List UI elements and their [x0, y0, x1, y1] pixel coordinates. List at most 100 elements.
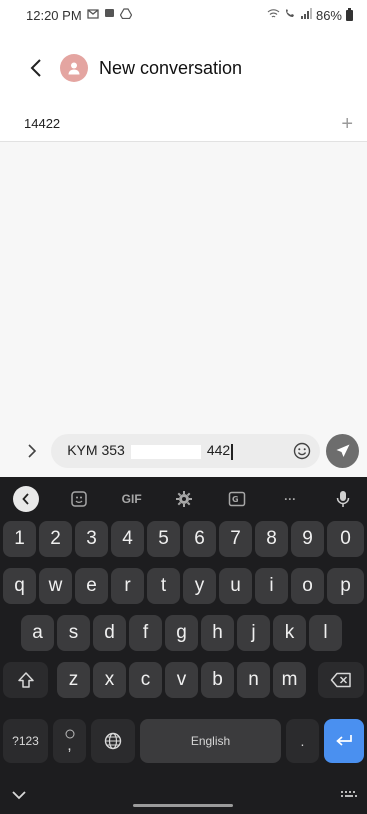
status-bar: 12:20 PM 86%: [0, 0, 367, 30]
key-7[interactable]: 7: [219, 521, 252, 557]
gmail-icon: [87, 8, 99, 22]
settings-button[interactable]: [166, 485, 202, 513]
key-m[interactable]: m: [273, 662, 306, 698]
keyboard-row-1: q w e r t y u i o p: [0, 568, 367, 604]
key-a[interactable]: a: [21, 615, 54, 651]
key-j[interactable]: j: [237, 615, 270, 651]
keyboard-row-numbers: 1 2 3 4 5 6 7 8 9 0: [0, 521, 367, 557]
send-button[interactable]: [326, 434, 359, 468]
chevron-down-icon: [12, 790, 26, 799]
key-r[interactable]: r: [111, 568, 144, 604]
gif-button[interactable]: GIF: [114, 485, 150, 513]
keyboard-switch-button[interactable]: [339, 784, 359, 804]
sticker-button[interactable]: [61, 485, 97, 513]
key-u[interactable]: u: [219, 568, 252, 604]
key-9[interactable]: 9: [291, 521, 324, 557]
sticker-icon: [71, 491, 87, 507]
key-3[interactable]: 3: [75, 521, 108, 557]
key-z[interactable]: z: [57, 662, 90, 698]
key-0[interactable]: 0: [327, 521, 364, 557]
chevron-left-circle-icon: [13, 486, 39, 512]
key-x[interactable]: x: [93, 662, 126, 698]
collapse-toolbar-button[interactable]: [8, 485, 44, 513]
chevron-right-icon: [28, 444, 37, 458]
key-v[interactable]: v: [165, 662, 198, 698]
message-text: KYM 353 442: [67, 442, 233, 460]
add-recipient-icon[interactable]: +: [341, 114, 353, 134]
conversation-header: New conversation: [0, 30, 367, 106]
backspace-key[interactable]: [318, 662, 364, 698]
status-right: 86%: [267, 7, 353, 23]
globe-icon: [104, 732, 122, 750]
translate-icon: G: [229, 491, 246, 507]
key-8[interactable]: 8: [255, 521, 288, 557]
key-c[interactable]: c: [129, 662, 162, 698]
key-e[interactable]: e: [75, 568, 108, 604]
language-key[interactable]: [91, 719, 135, 763]
symbols-key[interactable]: ?123: [3, 719, 48, 763]
emoji-button[interactable]: [292, 441, 312, 461]
enter-key[interactable]: [324, 719, 364, 763]
smiley-icon: [294, 442, 311, 460]
key-f[interactable]: f: [129, 615, 162, 651]
contact-avatar[interactable]: [60, 54, 88, 82]
svg-text:G: G: [232, 495, 239, 504]
key-n[interactable]: n: [237, 662, 270, 698]
screen: 12:20 PM 86% New conversation 14422 + KY…: [0, 0, 367, 814]
key-i[interactable]: i: [255, 568, 288, 604]
keyboard-toolbar: GIF G ···: [0, 481, 367, 517]
key-1[interactable]: 1: [3, 521, 36, 557]
key-6[interactable]: 6: [183, 521, 216, 557]
enter-icon: [336, 735, 352, 746]
key-l[interactable]: l: [309, 615, 342, 651]
hide-keyboard-button[interactable]: [6, 782, 32, 808]
message-text-start: KYM 353: [67, 442, 125, 459]
key-q[interactable]: q: [3, 568, 36, 604]
on-screen-keyboard: GIF G ··· 1 2 3 4 5 6 7 8 9 0 q w e r t …: [0, 477, 367, 814]
expand-options-button[interactable]: [22, 440, 43, 462]
compose-bar: KYM 353 442: [0, 425, 367, 477]
key-4[interactable]: 4: [111, 521, 144, 557]
message-icon: [104, 8, 115, 22]
key-p[interactable]: p: [327, 568, 364, 604]
key-t[interactable]: t: [147, 568, 180, 604]
voice-input-button[interactable]: [325, 485, 361, 513]
page-title: New conversation: [99, 57, 243, 78]
key-h[interactable]: h: [201, 615, 234, 651]
status-time: 12:20 PM: [26, 7, 82, 23]
key-s[interactable]: s: [57, 615, 90, 651]
drive-icon: [119, 8, 132, 22]
space-key[interactable]: English: [140, 719, 281, 763]
emoji-comma-key[interactable]: ,: [53, 719, 86, 763]
recipient-value[interactable]: 14422: [24, 116, 60, 131]
key-5[interactable]: 5: [147, 521, 180, 557]
keyboard-row-3: z x c v b n m: [0, 662, 367, 698]
navigation-bar: [0, 776, 367, 814]
key-k[interactable]: k: [273, 615, 306, 651]
key-d[interactable]: d: [93, 615, 126, 651]
shift-key[interactable]: [3, 662, 48, 698]
message-text-end: 442: [206, 442, 231, 459]
home-gesture-handle[interactable]: [133, 804, 233, 807]
period-key[interactable]: .: [286, 719, 319, 763]
wifi-calling-icon: [284, 8, 296, 22]
battery-percent: 86%: [315, 7, 342, 23]
key-2[interactable]: 2: [39, 521, 72, 557]
more-options-button[interactable]: ···: [272, 485, 308, 513]
recipient-field[interactable]: 14422 +: [0, 106, 367, 142]
key-y[interactable]: y: [183, 568, 216, 604]
signal-icon: [300, 8, 312, 22]
wifi-icon: [267, 8, 280, 22]
message-input[interactable]: KYM 353 442: [51, 434, 321, 468]
key-w[interactable]: w: [39, 568, 72, 604]
keyboard-row-bottom: ?123 , English .: [0, 719, 367, 763]
key-g[interactable]: g: [165, 615, 198, 651]
translate-button[interactable]: G: [219, 485, 255, 513]
key-o[interactable]: o: [291, 568, 324, 604]
comma-label: ,: [67, 737, 72, 754]
message-list: [0, 142, 367, 425]
chevron-left-icon: [30, 59, 41, 77]
battery-icon: [346, 7, 353, 21]
key-b[interactable]: b: [201, 662, 234, 698]
back-button[interactable]: [24, 56, 48, 80]
